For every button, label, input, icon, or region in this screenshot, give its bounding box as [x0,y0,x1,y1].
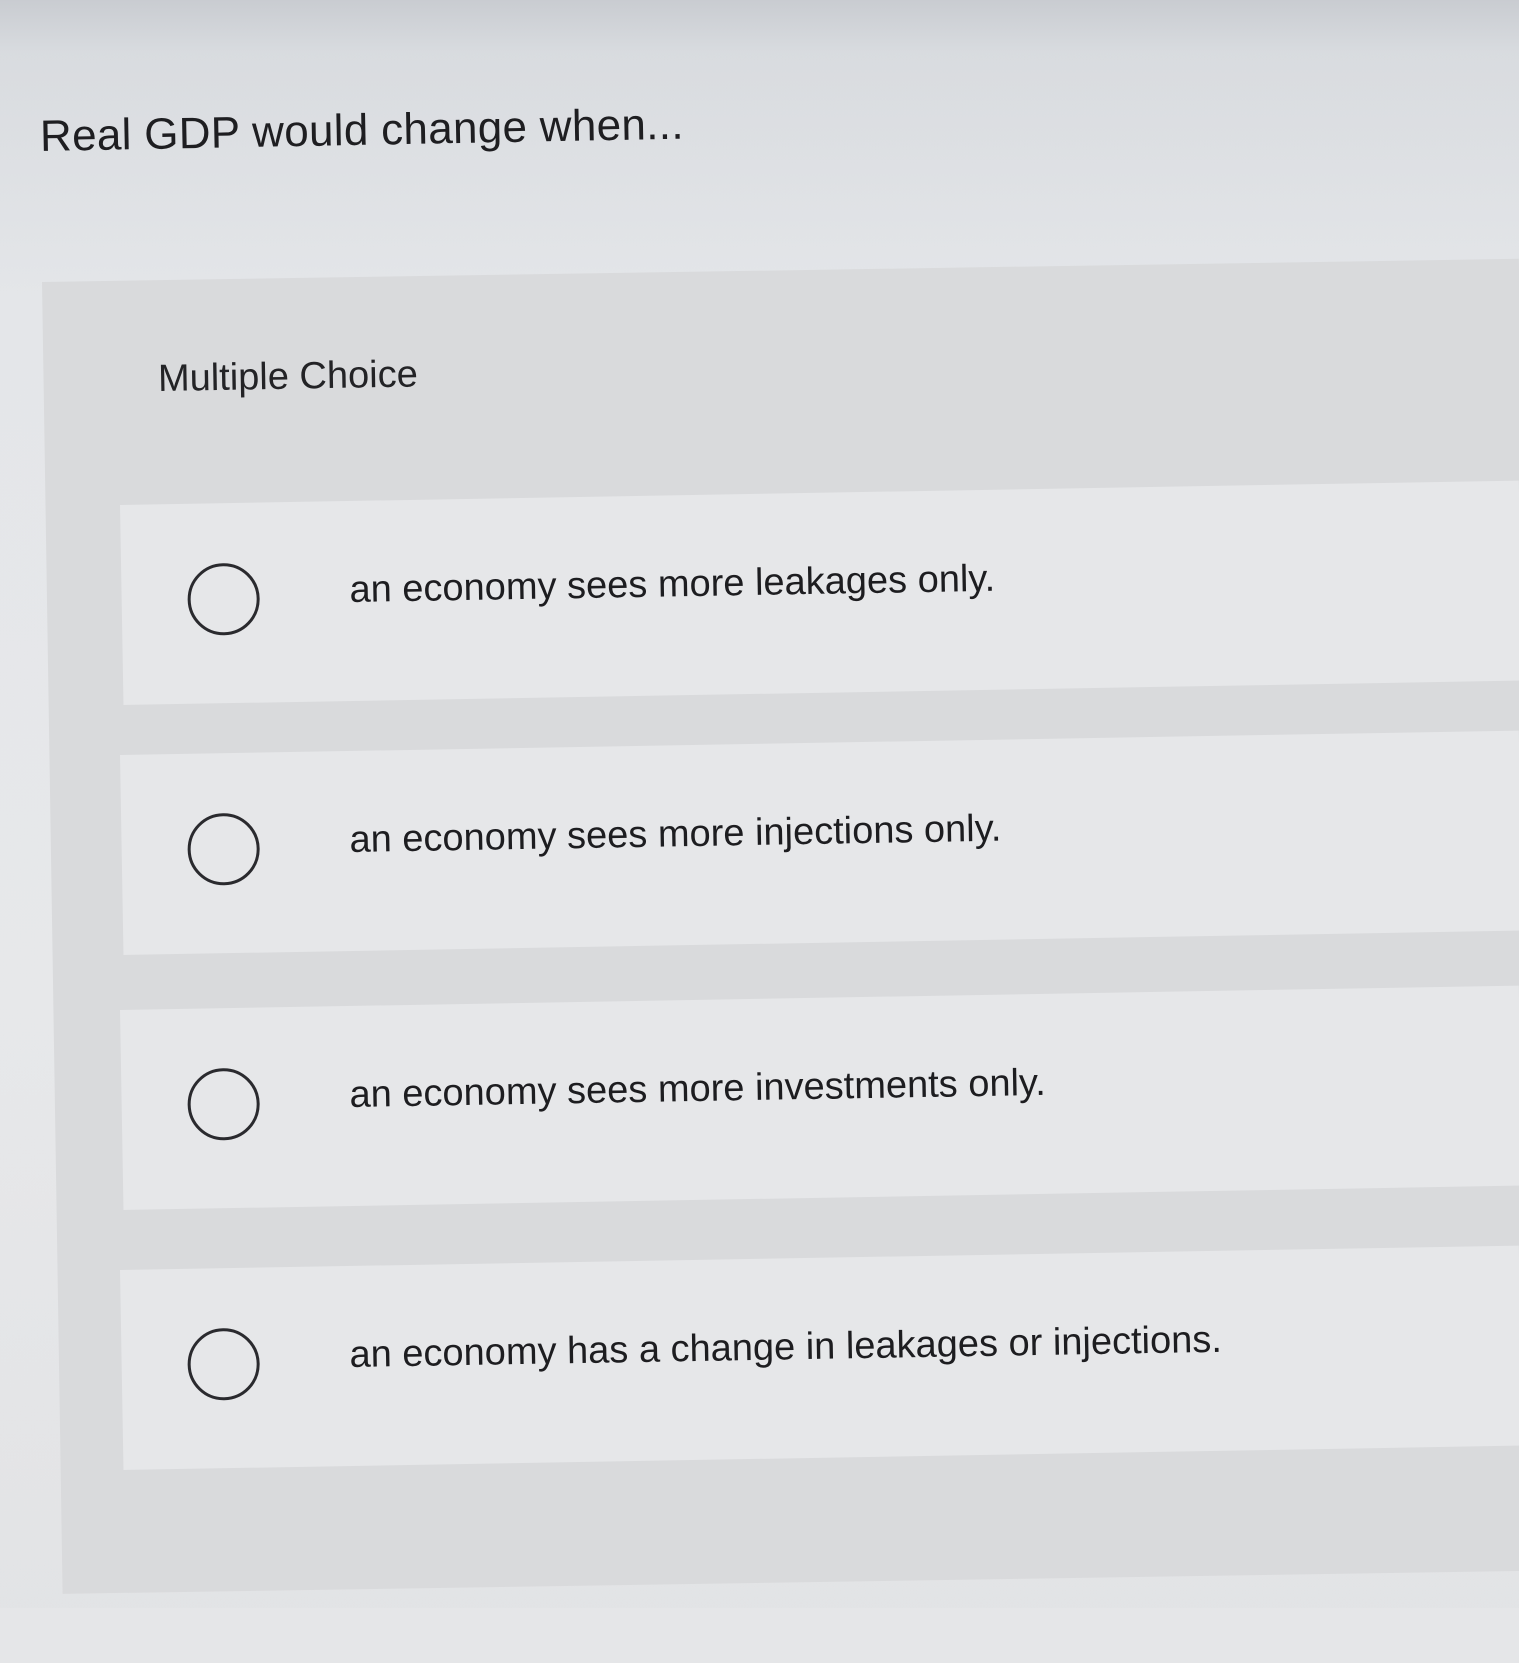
radio-button-icon[interactable] [187,1327,261,1401]
radio-button-icon[interactable] [187,562,261,636]
question-type-label: Multiple Choice [157,353,419,400]
answer-option-label: an economy sees more leakages only. [349,557,996,612]
answer-option-label: an economy has a change in leakages or i… [349,1318,1223,1377]
radio-button-icon[interactable] [187,812,261,886]
answer-option[interactable]: an economy sees more investments only. [120,985,1519,1210]
answer-option-label: an economy sees more investments only. [349,1061,1047,1117]
question-prompt: Real GDP would change when... [39,99,685,161]
radio-button-icon[interactable] [187,1067,261,1141]
answer-option[interactable]: an economy sees more leakages only. [120,480,1519,705]
answer-option[interactable]: an economy has a change in leakages or i… [120,1245,1519,1470]
top-edge [0,0,1519,52]
bottom-strip [0,1608,1519,1663]
answer-option[interactable]: an economy sees more injections only. [120,730,1519,955]
answer-option-label: an economy sees more injections only. [349,807,1002,862]
